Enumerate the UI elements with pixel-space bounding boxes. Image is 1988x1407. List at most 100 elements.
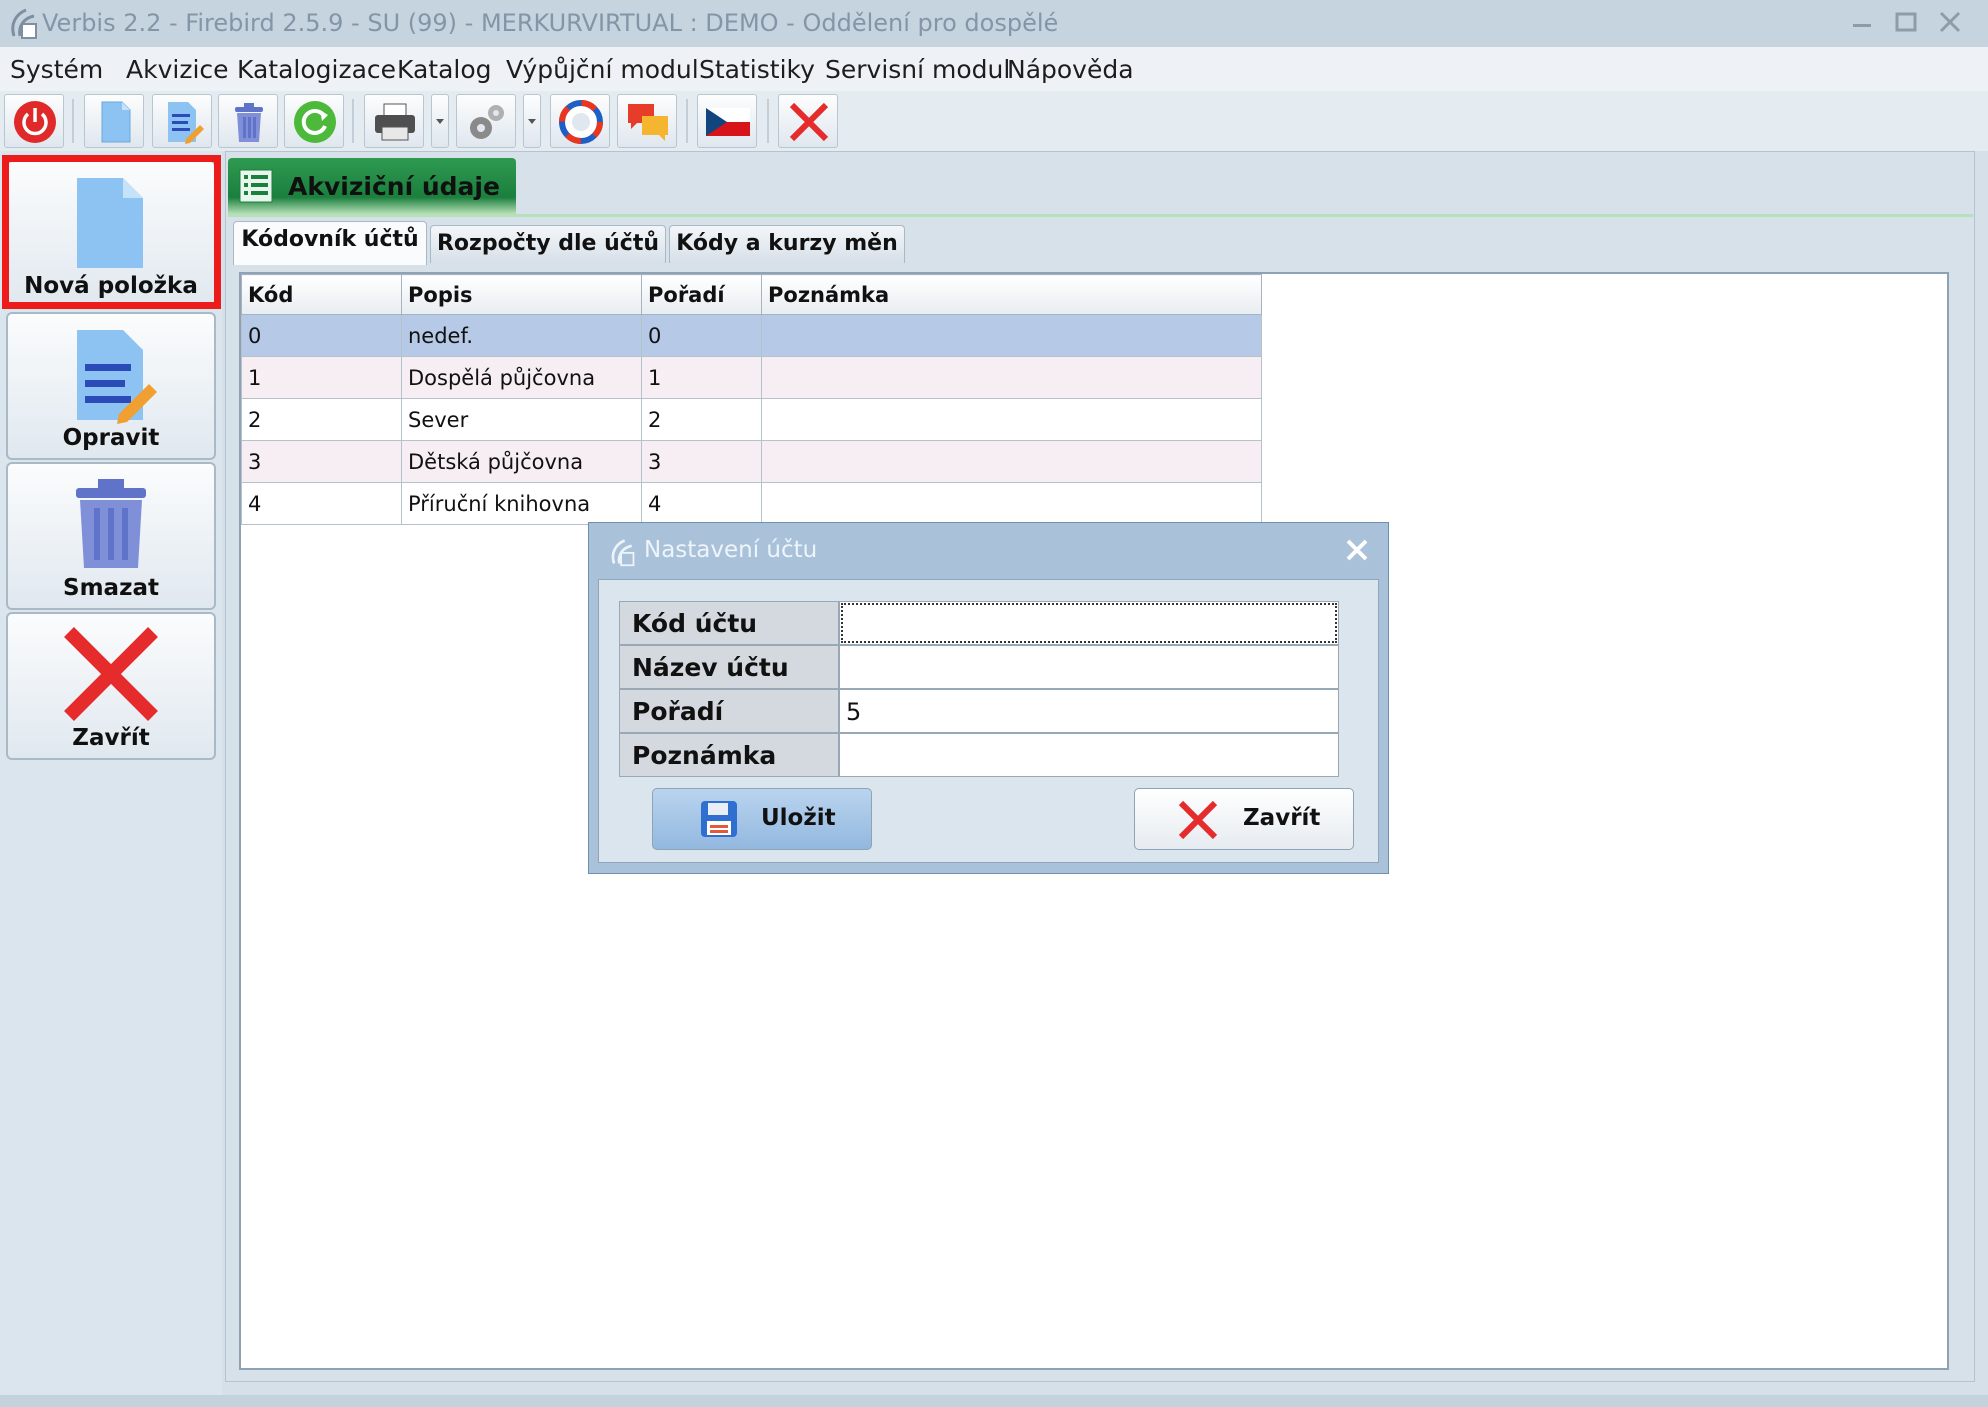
close-icon xyxy=(1346,539,1368,561)
edit-document-button[interactable] xyxy=(152,94,212,148)
tab-rozpocty-dle-uctu[interactable]: Rozpočty dle účtů xyxy=(430,225,666,263)
print-button[interactable] xyxy=(364,94,424,148)
power-icon xyxy=(14,101,56,143)
table-row[interactable]: 1 Dospělá půjčovna 1 xyxy=(241,356,1262,399)
cell-poznamka xyxy=(761,314,1262,357)
settings-gear-icon xyxy=(470,105,504,139)
cell-poradi: 4 xyxy=(641,482,762,525)
field-row-kod-uctu: Kód účtu xyxy=(619,601,1339,645)
menu-napoveda[interactable]: Nápověda xyxy=(1007,55,1134,84)
close-label: Zavřít xyxy=(72,725,150,751)
minimize-button[interactable] xyxy=(1842,4,1882,42)
menu-vypujcni-modul[interactable]: Výpůjční modul xyxy=(506,55,699,84)
menu-katalog[interactable]: Katalog xyxy=(397,55,492,84)
edit-document-icon xyxy=(77,330,157,424)
kod-uctu-input[interactable] xyxy=(839,601,1339,645)
trash-icon xyxy=(76,479,146,568)
column-header-poznamka[interactable]: Poznámka xyxy=(761,274,1262,315)
save-label: Uložit xyxy=(761,805,836,831)
field-row-nazev-uctu: Název účtu xyxy=(619,645,1339,689)
menu-servisni-modul[interactable]: Servisní modul xyxy=(825,55,1010,84)
app-logo-icon xyxy=(611,539,635,567)
field-row-poradi: Pořadí 5 xyxy=(619,689,1339,733)
menu-system[interactable]: Systém xyxy=(10,55,103,84)
status-bar xyxy=(0,1395,1988,1407)
maximize-icon xyxy=(1895,12,1917,32)
list-icon xyxy=(239,169,273,203)
toolbar-separator xyxy=(767,99,769,143)
menu-katalogizace[interactable]: Katalogizace xyxy=(237,55,396,84)
cell-popis: Sever xyxy=(401,398,642,441)
cell-poradi: 1 xyxy=(641,356,762,399)
maximize-button[interactable] xyxy=(1886,4,1926,42)
cell-kod: 0 xyxy=(241,314,402,357)
delete-item-button[interactable]: Smazat xyxy=(6,462,216,610)
tab-akvizicni-udaje[interactable]: Akviziční údaje xyxy=(228,158,516,214)
app-logo-icon xyxy=(11,8,37,39)
refresh-button[interactable] xyxy=(284,94,344,148)
field-label: Pořadí xyxy=(619,689,839,733)
cell-kod: 3 xyxy=(241,440,402,483)
cell-poznamka xyxy=(761,398,1262,441)
menu-statistiky[interactable]: Statistiky xyxy=(699,55,815,84)
table-row[interactable]: 4 Příruční knihovna 4 xyxy=(241,482,1262,525)
poradi-input[interactable]: 5 xyxy=(839,689,1339,733)
table-row[interactable]: 0 nedef. 0 xyxy=(241,314,1262,357)
floppy-disk-icon xyxy=(701,801,737,837)
field-label: Název účtu xyxy=(619,645,839,689)
delete-label: Smazat xyxy=(63,575,159,601)
chat-icon xyxy=(628,104,668,141)
edit-document-icon xyxy=(168,102,204,144)
tab-kodovnik-uctu[interactable]: Kódovník účtů xyxy=(233,221,427,265)
field-row-poznamka: Poznámka xyxy=(619,733,1339,777)
chat-button[interactable] xyxy=(617,94,677,148)
delete-button[interactable] xyxy=(218,94,278,148)
save-button[interactable]: Uložit xyxy=(652,788,872,850)
account-settings-dialog: Nastavení účtu Kód účtu Název účtu Pořad… xyxy=(588,522,1389,874)
toolbar-close-button[interactable] xyxy=(778,94,838,148)
window-close-button[interactable] xyxy=(1930,4,1970,42)
cell-poznamka xyxy=(761,356,1262,399)
print-dropdown[interactable] xyxy=(431,94,449,148)
new-document-icon xyxy=(77,178,143,268)
minimize-icon xyxy=(1853,24,1871,27)
column-header-poradi[interactable]: Pořadí xyxy=(641,274,762,315)
settings-dropdown[interactable] xyxy=(523,94,541,148)
new-document-button[interactable] xyxy=(84,94,144,148)
cell-popis: Příruční knihovna xyxy=(401,482,642,525)
dialog-title: Nastavení účtu xyxy=(644,537,818,563)
edit-button[interactable]: Opravit xyxy=(6,312,216,460)
close-icon xyxy=(64,627,158,721)
new-item-label: Nová položka xyxy=(24,273,198,299)
cell-popis: nedef. xyxy=(401,314,642,357)
toolbar-separator xyxy=(352,99,354,143)
help-button[interactable] xyxy=(550,94,610,148)
toolbar-separator xyxy=(72,99,74,143)
dialog-cancel-button[interactable]: Zavřít xyxy=(1134,788,1354,850)
power-button[interactable] xyxy=(4,94,64,148)
printer-icon xyxy=(375,103,415,141)
cell-popis: Dětská půjčovna xyxy=(401,440,642,483)
new-item-button[interactable]: Nová položka xyxy=(6,160,216,308)
column-header-popis[interactable]: Popis xyxy=(401,274,642,315)
table-row[interactable]: 3 Dětská půjčovna 3 xyxy=(241,440,1262,483)
poznamka-input[interactable] xyxy=(839,733,1339,777)
cell-poradi: 3 xyxy=(641,440,762,483)
table-row[interactable]: 2 Sever 2 xyxy=(241,398,1262,441)
dialog-close-button[interactable] xyxy=(1339,533,1375,567)
title-bar: Verbis 2.2 - Firebird 2.5.9 - SU (99) - … xyxy=(0,0,1988,47)
column-header-kod[interactable]: Kód xyxy=(241,274,402,315)
cell-kod: 1 xyxy=(241,356,402,399)
settings-button[interactable] xyxy=(456,94,516,148)
nazev-uctu-input[interactable] xyxy=(839,645,1339,689)
menu-akvizice[interactable]: Akvizice xyxy=(126,55,229,84)
toolbar-separator xyxy=(686,99,688,143)
trash-icon xyxy=(235,103,263,142)
czech-flag-icon xyxy=(706,108,750,136)
language-button[interactable] xyxy=(697,94,757,148)
refresh-icon xyxy=(294,101,336,143)
app-window: Verbis 2.2 - Firebird 2.5.9 - SU (99) - … xyxy=(0,0,1988,1407)
close-panel-button[interactable]: Zavřít xyxy=(6,612,216,760)
menu-bar: Systém Akvizice Katalogizace Katalog Výp… xyxy=(0,47,1988,92)
tab-kody-a-kurzy-men[interactable]: Kódy a kurzy měn xyxy=(669,225,905,263)
